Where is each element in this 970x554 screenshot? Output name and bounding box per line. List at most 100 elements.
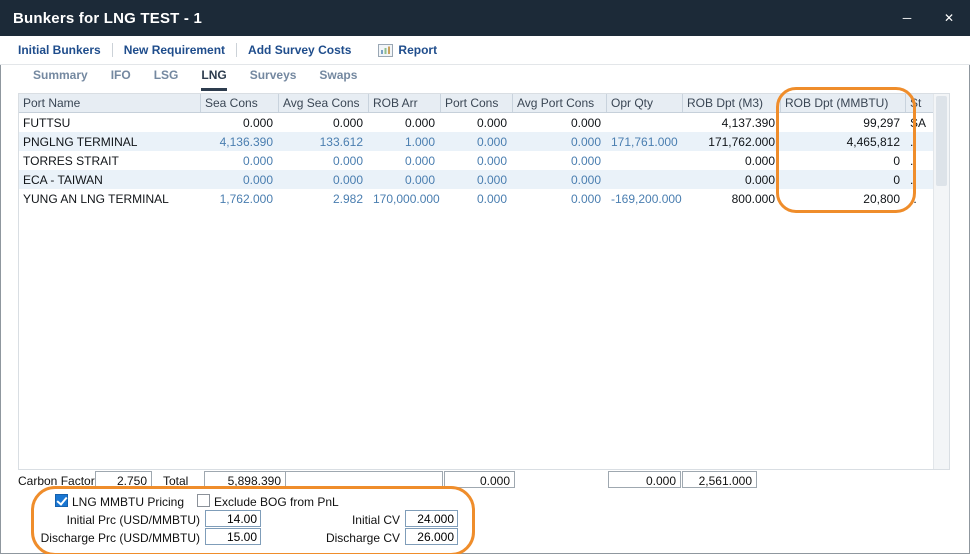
value-cell[interactable]: 0 <box>781 151 906 170</box>
tab-summary[interactable]: Summary <box>33 68 88 91</box>
totals-row: Carbon Factor 2.750 Total 5,898.390 0.00… <box>0 471 970 491</box>
value-cell[interactable]: 170,000.000 <box>369 189 441 208</box>
column-header[interactable]: ROB Dpt (MMBTU) <box>781 94 906 112</box>
value-cell[interactable]: 0.000 <box>513 151 607 170</box>
tab-swaps[interactable]: Swaps <box>319 68 357 91</box>
tab-surveys[interactable]: Surveys <box>250 68 297 91</box>
value-cell[interactable]: 0.000 <box>369 170 441 189</box>
value-cell[interactable]: 0.000 <box>201 113 279 132</box>
value-cell[interactable]: 0.000 <box>441 151 513 170</box>
port-name-cell[interactable]: FUTTSU <box>19 113 201 132</box>
report-link-label: Report <box>393 43 448 57</box>
value-cell[interactable]: 0.000 <box>369 113 441 132</box>
lng-mmbtu-pricing-checkbox[interactable] <box>55 494 68 507</box>
value-cell[interactable]: 0.000 <box>201 151 279 170</box>
value-cell[interactable]: .. <box>906 132 935 151</box>
table-row[interactable]: TORRES STRAIT0.0000.0000.0000.0000.0000.… <box>19 151 935 170</box>
total-empty-field <box>285 471 443 488</box>
window-controls: ─ ✕ <box>886 0 970 36</box>
value-cell[interactable]: 0 <box>781 170 906 189</box>
table-row[interactable]: YUNG AN LNG TERMINAL1,762.0002.982170,00… <box>19 189 935 208</box>
column-header[interactable]: Port Name <box>19 94 201 112</box>
value-cell[interactable]: 2.982 <box>279 189 369 208</box>
value-cell[interactable]: .. <box>906 170 935 189</box>
exclude-bog-checkbox[interactable] <box>197 494 210 507</box>
table-body: FUTTSU0.0000.0000.0000.0000.0004,137.390… <box>19 113 935 208</box>
value-cell[interactable]: .. <box>906 189 935 208</box>
value-cell[interactable]: 800.000 <box>683 189 781 208</box>
tab-lsg[interactable]: LSG <box>154 68 179 91</box>
value-cell[interactable] <box>607 113 683 132</box>
value-cell[interactable]: 0.000 <box>441 113 513 132</box>
value-cell[interactable]: 1,762.000 <box>201 189 279 208</box>
column-header[interactable]: Port Cons <box>441 94 513 112</box>
value-cell[interactable]: .. <box>906 151 935 170</box>
value-cell[interactable]: 133.612 <box>279 132 369 151</box>
value-cell[interactable]: 0.000 <box>441 132 513 151</box>
bunkers-window: Bunkers for LNG TEST - 1 ─ ✕ Initial Bun… <box>0 0 970 554</box>
value-cell[interactable]: 4,136.390 <box>201 132 279 151</box>
tab-ifo[interactable]: IFO <box>111 68 131 91</box>
close-button[interactable]: ✕ <box>928 0 970 36</box>
value-cell[interactable]: 0.000 <box>513 132 607 151</box>
value-cell[interactable]: 0.000 <box>441 170 513 189</box>
tab-bar: Summary IFO LSG LNG Surveys Swaps <box>0 65 970 91</box>
value-cell[interactable]: 0.000 <box>513 170 607 189</box>
total-rob-dpt-field: 2,561.000 <box>682 471 757 488</box>
value-cell[interactable]: 20,800 <box>781 189 906 208</box>
report-icon <box>378 44 393 57</box>
total-sea-cons-field: 5,898.390 <box>204 471 286 488</box>
column-header[interactable]: St <box>906 94 935 112</box>
value-cell[interactable]: 0.000 <box>201 170 279 189</box>
value-cell[interactable]: 0.000 <box>683 151 781 170</box>
column-header[interactable]: Avg Sea Cons <box>279 94 369 112</box>
value-cell[interactable]: 171,762.000 <box>683 132 781 151</box>
port-name-cell[interactable]: PNGLNG TERMINAL <box>19 132 201 151</box>
column-header[interactable]: ROB Dpt (M3) <box>683 94 781 112</box>
value-cell[interactable]: 0.000 <box>279 151 369 170</box>
report-button[interactable]: Report <box>378 43 448 57</box>
value-cell[interactable]: 171,761.000 <box>607 132 683 151</box>
initial-cv-label: Initial CV <box>250 513 400 527</box>
table-row[interactable]: FUTTSU0.0000.0000.0000.0000.0004,137.390… <box>19 113 935 132</box>
window-title: Bunkers for LNG TEST - 1 <box>0 10 202 27</box>
value-cell[interactable]: 0.000 <box>513 113 607 132</box>
exclude-bog-label: Exclude BOG from PnL <box>214 495 339 509</box>
value-cell[interactable]: 4,465,812 <box>781 132 906 151</box>
column-header[interactable]: Opr Qty <box>607 94 683 112</box>
value-cell[interactable]: 0.000 <box>513 189 607 208</box>
port-name-cell[interactable]: ECA - TAIWAN <box>19 170 201 189</box>
toolbar: Initial Bunkers New Requirement Add Surv… <box>0 36 970 65</box>
value-cell[interactable] <box>607 151 683 170</box>
new-requirement-link[interactable]: New Requirement <box>113 43 236 57</box>
add-survey-costs-link[interactable]: Add Survey Costs <box>237 43 362 57</box>
tab-lng[interactable]: LNG <box>201 68 226 91</box>
value-cell[interactable]: 99,297 <box>781 113 906 132</box>
value-cell[interactable]: 0.000 <box>279 113 369 132</box>
column-header[interactable]: Avg Port Cons <box>513 94 607 112</box>
port-name-cell[interactable]: YUNG AN LNG TERMINAL <box>19 189 201 208</box>
initial-cv-input[interactable] <box>405 510 458 527</box>
port-name-cell[interactable]: TORRES STRAIT <box>19 151 201 170</box>
value-cell[interactable]: 1.000 <box>369 132 441 151</box>
value-cell[interactable] <box>607 170 683 189</box>
column-header[interactable]: ROB Arr <box>369 94 441 112</box>
value-cell[interactable]: -169,200.000 <box>607 189 683 208</box>
vertical-scrollbar[interactable] <box>933 94 949 469</box>
carbon-factor-field[interactable]: 2.750 <box>95 471 152 488</box>
discharge-prc-label: Discharge Prc (USD/MMBTU) <box>0 531 200 545</box>
value-cell[interactable]: 0.000 <box>279 170 369 189</box>
value-cell[interactable]: SA <box>906 113 935 132</box>
value-cell[interactable]: 0.000 <box>683 170 781 189</box>
value-cell[interactable]: 0.000 <box>369 151 441 170</box>
value-cell[interactable]: 0.000 <box>441 189 513 208</box>
initial-bunkers-link[interactable]: Initial Bunkers <box>18 43 112 57</box>
scrollbar-thumb[interactable] <box>936 96 947 186</box>
minimize-button[interactable]: ─ <box>886 0 928 36</box>
column-header[interactable]: Sea Cons <box>201 94 279 112</box>
discharge-cv-input[interactable] <box>405 528 458 545</box>
value-cell[interactable]: 4,137.390 <box>683 113 781 132</box>
table-row[interactable]: ECA - TAIWAN0.0000.0000.0000.0000.0000.0… <box>19 170 935 189</box>
initial-prc-label: Initial Prc (USD/MMBTU) <box>0 513 200 527</box>
table-row[interactable]: PNGLNG TERMINAL4,136.390133.6121.0000.00… <box>19 132 935 151</box>
